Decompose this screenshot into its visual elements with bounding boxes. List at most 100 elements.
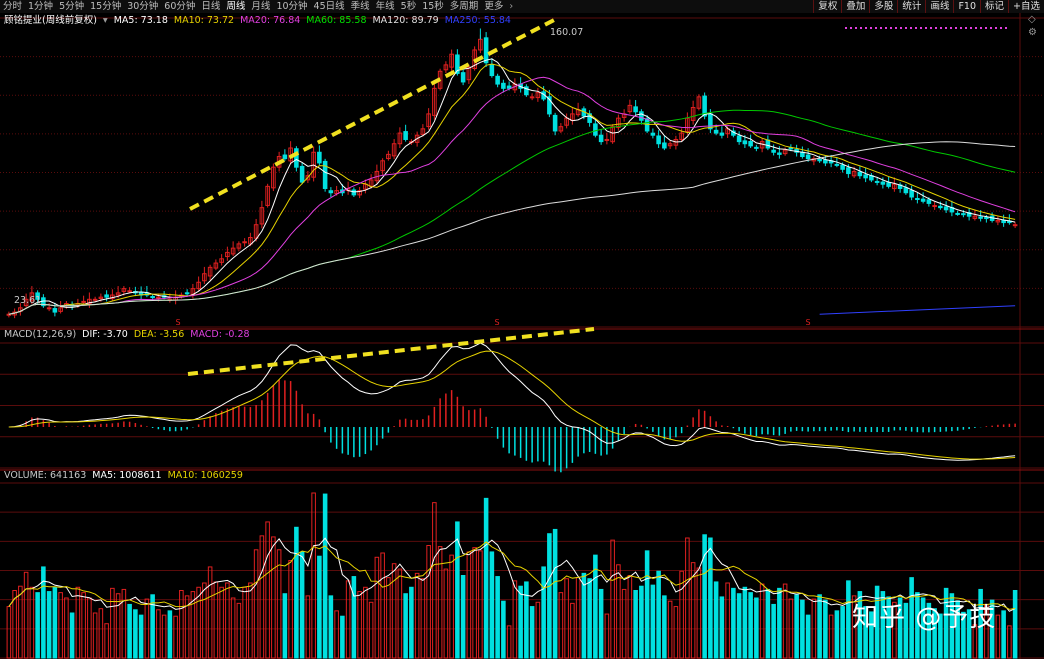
chevron-down-icon[interactable]: ▾	[103, 15, 108, 27]
volume-bar	[133, 609, 138, 659]
tab-5[interactable]: 60分钟	[161, 0, 198, 13]
volume-bar	[633, 590, 638, 659]
volume-bar	[351, 576, 357, 659]
volume-bar	[460, 575, 466, 659]
volume-bar	[52, 586, 58, 659]
tool-button-1[interactable]: 叠加	[841, 0, 869, 13]
tab-12[interactable]: 年线	[373, 0, 398, 13]
candle-body	[633, 106, 638, 113]
tool-button-3[interactable]: 统计	[897, 0, 925, 13]
volume-bar	[495, 576, 500, 659]
candle-body	[742, 140, 748, 145]
legend-item-4: MA120: 89.79	[372, 15, 439, 26]
volume-bar	[552, 528, 558, 659]
tab-0[interactable]: 分时	[0, 0, 25, 13]
candle-body	[299, 165, 305, 183]
tab-15[interactable]: 多周期	[447, 0, 482, 13]
candle-body	[639, 111, 644, 121]
candle-body	[127, 290, 132, 293]
volume-bar	[501, 600, 506, 659]
candle-body	[593, 123, 598, 136]
tab-2[interactable]: 5分钟	[56, 0, 87, 13]
candle-body	[863, 174, 868, 179]
candle-body	[644, 118, 650, 132]
tab-7[interactable]: 周线	[223, 0, 248, 13]
legend-item-0: MA5: 73.18	[113, 15, 168, 26]
candle-body	[708, 113, 713, 130]
volume-bar	[69, 612, 75, 659]
legend-item-1: MA10: 73.72	[173, 15, 235, 26]
stock-name: 顾铭提业(周线前复权)	[4, 15, 97, 26]
candle-body	[834, 163, 840, 166]
candle-body	[552, 114, 558, 132]
tool-button-5[interactable]: F10	[953, 0, 980, 13]
volume-bar	[581, 572, 587, 659]
candle-body	[92, 298, 98, 301]
gear-icon[interactable]: ⚙	[1028, 27, 1037, 38]
watermark: 知乎 @予技	[852, 603, 997, 633]
volume-bar	[547, 533, 552, 659]
candle-body	[662, 142, 667, 149]
candle-body	[489, 64, 495, 77]
volume-bar	[46, 591, 52, 659]
tool-button-6[interactable]: 标记	[980, 0, 1008, 13]
volume-bar	[708, 537, 713, 659]
candle-body	[920, 198, 926, 202]
tab-9[interactable]: 10分钟	[273, 0, 310, 13]
candle-body	[961, 213, 966, 216]
volume-bar	[719, 596, 725, 659]
volume-bar	[483, 497, 489, 659]
volume-bar	[754, 597, 759, 659]
tool-button-7[interactable]: +自选	[1008, 0, 1044, 13]
volume-bar	[299, 551, 305, 659]
candle-body	[529, 96, 535, 99]
volume-bar	[840, 606, 845, 659]
candle-body	[805, 154, 811, 160]
candle-body	[242, 241, 247, 244]
low-price-label: 23.61	[14, 295, 42, 306]
candle-body	[294, 148, 299, 168]
legend-item-1: MA5: 1008611	[92, 470, 162, 481]
candle-body	[886, 182, 891, 187]
volume-bar	[771, 603, 776, 659]
candle-body	[506, 85, 512, 89]
volume-bar	[340, 615, 345, 659]
tab-3[interactable]: 15分钟	[87, 0, 124, 13]
tool-button-2[interactable]: 多股	[869, 0, 897, 13]
tab-1[interactable]: 1分钟	[25, 0, 56, 13]
candle-body	[1001, 219, 1006, 224]
signal-marker: S	[494, 318, 499, 327]
volume-bar	[403, 593, 408, 659]
candle-body	[598, 134, 604, 143]
candle-body	[846, 167, 851, 175]
tool-button-4[interactable]: 画线	[925, 0, 953, 13]
volume-bar	[805, 614, 811, 659]
diamond-icon[interactable]: ◇	[1028, 14, 1036, 25]
tab-4[interactable]: 30分钟	[124, 0, 161, 13]
volume-bar	[529, 606, 535, 659]
tab-8[interactable]: 月线	[248, 0, 273, 13]
chevron-right-icon[interactable]: ›	[506, 0, 516, 13]
tab-13[interactable]: 5秒	[398, 0, 420, 13]
tab-16[interactable]: 更多	[481, 0, 506, 13]
tab-6[interactable]: 日线	[198, 0, 223, 13]
volume-bar	[138, 614, 144, 659]
volume-bar	[127, 603, 132, 659]
candle-body	[765, 139, 771, 149]
tab-11[interactable]: 季线	[348, 0, 373, 13]
volume-bar	[167, 610, 173, 659]
legend-item-2: MA10: 1060259	[167, 470, 243, 481]
legend-item-0: VOLUME: 641163	[4, 470, 87, 481]
legend-item-3: MACD: -0.28	[190, 329, 250, 340]
candle-body	[880, 181, 886, 185]
candle-body	[748, 140, 753, 147]
tab-14[interactable]: 15秒	[419, 0, 447, 13]
candle-body	[495, 75, 500, 85]
tab-10[interactable]: 45日线	[311, 0, 348, 13]
candle-body	[604, 138, 610, 141]
tool-button-0[interactable]: 复权	[813, 0, 841, 13]
legend-item-3: MA60: 85.58	[306, 15, 367, 26]
volume-bar	[541, 566, 546, 659]
candle-body	[719, 132, 725, 136]
volume-bar	[736, 593, 742, 659]
